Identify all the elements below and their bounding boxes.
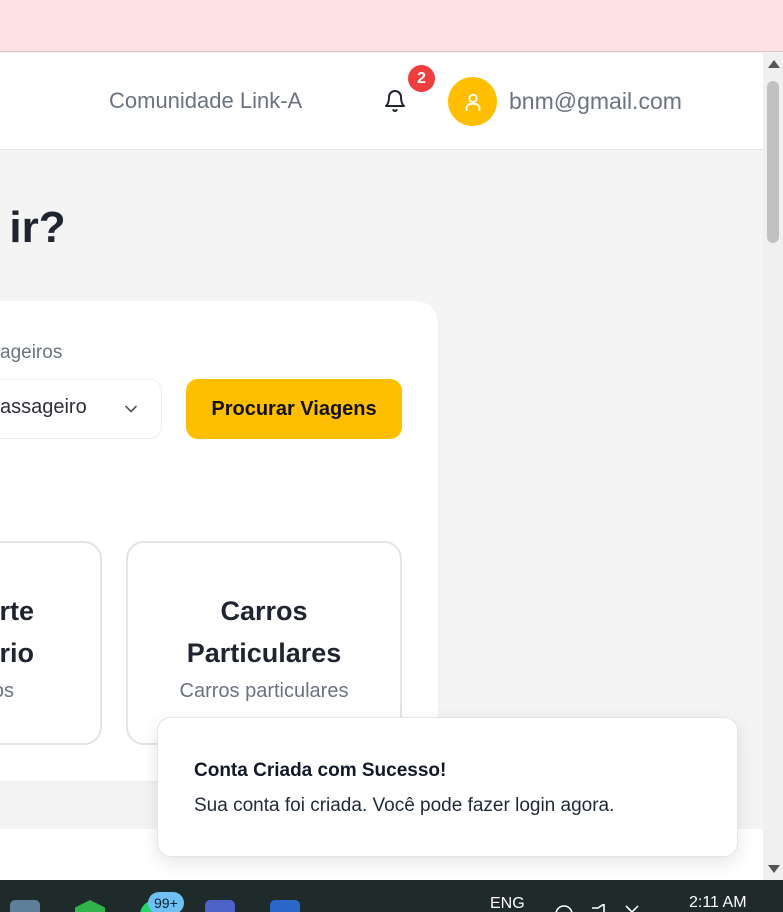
app-k-icon[interactable] [75,900,105,912]
whatsapp-badge: 99+ [148,892,184,912]
windows-taskbar: 99+ ENG 2:11 AM [0,880,783,912]
browser-top-strip [0,0,783,52]
category-subtitle: os [0,680,14,702]
passengers-label: ageiros [0,342,63,363]
vertical-scrollbar[interactable] [763,53,783,880]
category-card-transport[interactable]: rte rio os [0,541,102,745]
category-card-private-cars[interactable]: Carros Particulares Carros particulares [126,541,402,745]
app-header: Comunidade Link-A 2 bnm@gmail.com [0,53,763,150]
teams-icon[interactable] [205,900,235,912]
success-toast[interactable]: Conta Criada com Sucesso! Sua conta foi … [157,717,738,857]
scroll-up-arrow-icon[interactable] [768,60,780,68]
system-tray-icons[interactable] [552,904,648,912]
category-subtitle: Carros particulares [179,680,349,702]
notification-badge: 2 [406,63,437,94]
scroll-down-arrow-icon[interactable] [768,865,780,873]
category-title: Carros Particulares [186,596,342,668]
user-icon [465,93,480,111]
toast-title: Conta Criada com Sucesso! [194,760,447,781]
word-icon[interactable] [270,900,300,912]
toast-description: Sua conta foi criada. Você pode fazer lo… [194,795,615,816]
category-title: rte rio [0,596,34,668]
page-title: r ir? [0,203,66,252]
language-indicator[interactable]: ENG [490,895,525,912]
user-avatar[interactable] [448,77,497,126]
search-trips-button[interactable]: Procurar Viagens [186,379,402,439]
chevron-down-icon[interactable] [121,399,141,419]
scroll-thumb[interactable] [767,81,779,243]
user-email[interactable]: bnm@gmail.com [509,88,682,115]
community-link[interactable]: Comunidade Link-A [109,88,302,114]
passengers-value: assageiro [0,396,87,418]
clock[interactable]: 2:11 AM [689,894,747,912]
bell-icon[interactable] [383,89,407,113]
calculator-icon[interactable] [10,900,40,912]
